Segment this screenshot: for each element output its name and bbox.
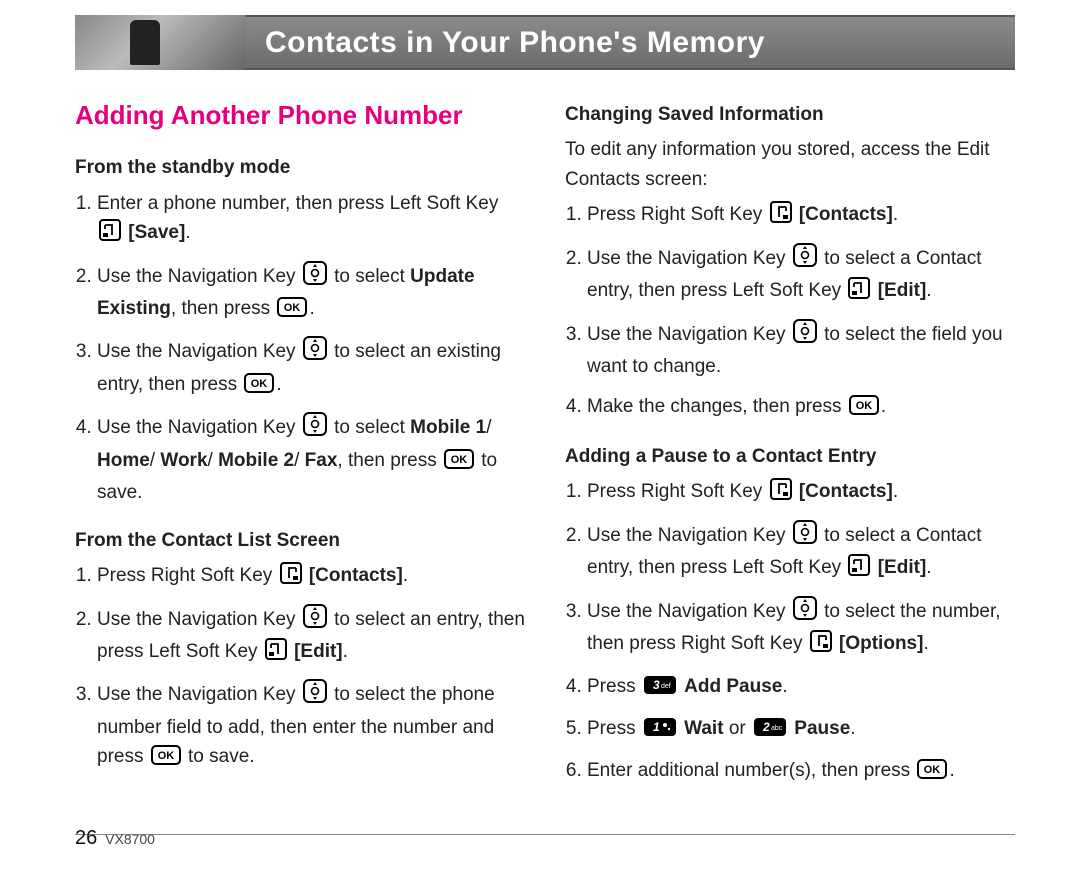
key-1-icon: 1 (643, 717, 677, 746)
list-item: Press Right Soft Key [Contacts]. (587, 477, 1015, 509)
list-item: Use the Navigation Key to select the fie… (587, 319, 1015, 382)
svg-text:def: def (661, 683, 671, 690)
svg-text:2: 2 (762, 720, 770, 734)
sub-changing: Changing Saved Information (565, 100, 1015, 129)
list-item: Enter a phone number, then press Left So… (97, 189, 525, 251)
footer-rule (75, 834, 1015, 835)
navigation-key-icon (793, 596, 817, 629)
navigation-key-icon (793, 243, 817, 276)
list-item: Use the Navigation Key to select Update … (97, 261, 525, 327)
standby-steps: Enter a phone number, then press Left So… (75, 189, 525, 508)
list-item: Press Right Soft Key [Contacts]. (97, 561, 525, 593)
ok-key-icon (917, 759, 947, 788)
list-item: Use the Navigation Key to select an entr… (97, 604, 525, 670)
sub-pause: Adding a Pause to a Contact Entry (565, 442, 1015, 471)
navigation-key-icon (793, 520, 817, 553)
banner: Contacts in Your Phone's Memory (75, 15, 1015, 70)
svg-text:3: 3 (653, 678, 660, 692)
navigation-key-icon (793, 319, 817, 352)
list-item: Press 1 Wait or 2abc Pause. (587, 714, 1015, 746)
left-softkey-icon (265, 638, 287, 669)
right-softkey-icon (770, 201, 792, 232)
intro-text: To edit any information you stored, acce… (565, 135, 1015, 194)
left-softkey-icon (848, 277, 870, 308)
sub-contactlist: From the Contact List Screen (75, 526, 525, 555)
navigation-key-icon (303, 679, 327, 712)
section-title: Adding Another Phone Number (75, 95, 525, 135)
svg-text:1: 1 (653, 720, 660, 734)
navigation-key-icon (303, 336, 327, 369)
right-softkey-icon (810, 630, 832, 661)
contactlist-steps: Press Right Soft Key [Contacts]. Use the… (75, 561, 525, 775)
left-softkey-icon (848, 554, 870, 585)
left-softkey-icon (99, 219, 121, 250)
sub-standby: From the standby mode (75, 153, 525, 182)
model-name: VX8700 (105, 831, 155, 847)
list-item: Use the Navigation Key to select the pho… (97, 679, 525, 774)
list-item: Enter additional number(s), then press . (587, 756, 1015, 788)
key-3-icon: 3def (643, 675, 677, 704)
right-column: Changing Saved Information To edit any i… (565, 70, 1015, 799)
key-2-icon: 2abc (753, 717, 787, 746)
ok-key-icon (277, 297, 307, 326)
ok-key-icon (444, 449, 474, 478)
navigation-key-icon (303, 261, 327, 294)
pause-steps: Press Right Soft Key [Contacts]. Use the… (565, 477, 1015, 789)
ok-key-icon (849, 395, 879, 424)
navigation-key-icon (303, 604, 327, 637)
list-item: Make the changes, then press . (587, 392, 1015, 424)
banner-photo (75, 15, 245, 70)
list-item: Use the Navigation Key to select an exis… (97, 336, 525, 402)
changing-steps: Press Right Soft Key [Contacts]. Use the… (565, 200, 1015, 424)
right-softkey-icon (280, 562, 302, 593)
page-number: 26 (75, 827, 97, 849)
ok-key-icon (244, 373, 274, 402)
banner-title: Contacts in Your Phone's Memory (265, 26, 765, 60)
list-item: Use the Navigation Key to select a Conta… (587, 243, 1015, 309)
banner-title-bar: Contacts in Your Phone's Memory (245, 15, 1015, 70)
navigation-key-icon (303, 412, 327, 445)
list-item: Press 3def Add Pause. (587, 672, 1015, 704)
ok-key-icon (151, 745, 181, 774)
svg-text:abc: abc (771, 725, 783, 732)
footer: 26 VX8700 (75, 827, 155, 850)
list-item: Use the Navigation Key to select a Conta… (587, 520, 1015, 586)
right-softkey-icon (770, 478, 792, 509)
left-column: Adding Another Phone Number From the sta… (75, 70, 525, 799)
list-item: Press Right Soft Key [Contacts]. (587, 200, 1015, 232)
list-item: Use the Navigation Key to select Mobile … (97, 412, 525, 507)
list-item: Use the Navigation Key to select the num… (587, 596, 1015, 662)
